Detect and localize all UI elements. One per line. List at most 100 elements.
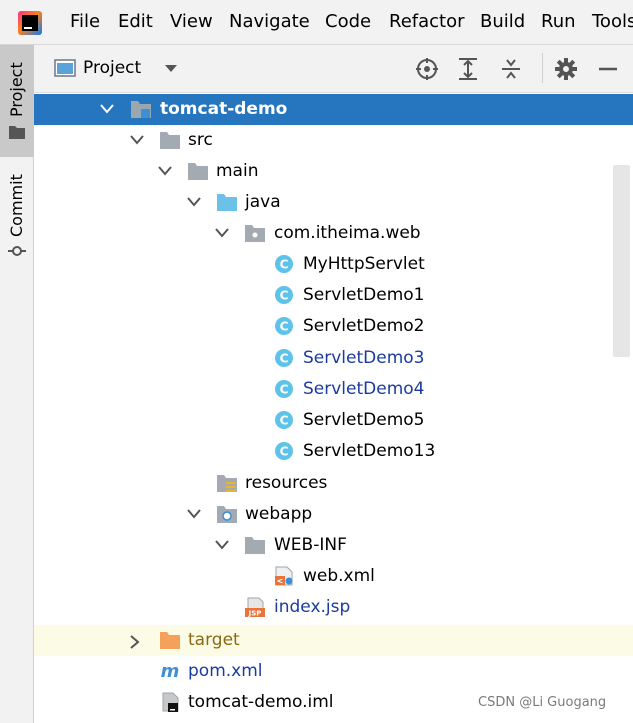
tree-node-label: WEB-INF [274, 535, 347, 555]
iml-file-icon [162, 692, 179, 712]
tree-node-package[interactable]: com.itheima.web [34, 218, 633, 249]
source-folder-icon [217, 194, 237, 211]
project-view-title[interactable]: Project [83, 58, 141, 78]
tree-node-class[interactable]: C ServletDemo4 [34, 374, 633, 405]
svg-text:JSP: JSP [248, 610, 262, 618]
tab-commit-label: Commit [7, 174, 26, 237]
tree-node-web-inf[interactable]: WEB-INF [34, 530, 633, 561]
tree-node-tomcat-demo[interactable]: tomcat-demo [34, 94, 633, 125]
tree-node-resources[interactable]: resources [34, 468, 633, 499]
tree-node-java[interactable]: java [34, 187, 633, 218]
tree-node-web-xml[interactable]: < web.xml [34, 561, 633, 592]
tree-node-label: tomcat-demo.iml [188, 692, 334, 712]
class-icon: C [275, 380, 293, 398]
tree-node-label: ServletDemo2 [303, 316, 425, 336]
locate-icon[interactable] [415, 57, 439, 81]
tree-scrollbar[interactable] [613, 165, 630, 357]
svg-text:<: < [277, 577, 284, 586]
tree-node-label: webapp [245, 504, 313, 524]
tree-node-class[interactable]: C ServletDemo13 [34, 436, 633, 467]
chevron-down-icon[interactable] [215, 228, 229, 238]
svg-text:m: m [161, 661, 180, 681]
excluded-folder-icon [160, 632, 180, 649]
folder-icon [188, 163, 208, 180]
class-icon: C [275, 286, 293, 304]
resources-folder-icon [217, 475, 237, 492]
menu-file[interactable]: File [70, 11, 100, 33]
maven-icon: m [161, 661, 180, 681]
tree-node-class[interactable]: C ServletDemo1 [34, 280, 633, 311]
tree-node-class[interactable]: C MyHttpServlet [34, 249, 633, 280]
gear-icon[interactable] [554, 57, 578, 81]
menu-run[interactable]: Run [541, 11, 576, 33]
tree-node-label: ServletDemo1 [303, 285, 425, 305]
tree-node-label: resources [245, 473, 328, 493]
tree-node-index-jsp[interactable]: JSP index.jsp [34, 592, 633, 623]
web-folder-icon [217, 506, 237, 523]
tree-node-label: index.jsp [274, 597, 351, 617]
tree-node-class[interactable]: C ServletDemo3 [34, 343, 633, 374]
menu-edit[interactable]: Edit [118, 11, 153, 33]
chevron-down-icon[interactable] [100, 104, 114, 114]
collapse-all-icon[interactable] [499, 57, 523, 81]
menu-view[interactable]: View [170, 11, 213, 33]
tree-node-label: com.itheima.web [274, 223, 421, 243]
tree-node-label: java [245, 192, 281, 212]
intellij-logo-icon [18, 11, 42, 35]
svg-text:C: C [280, 352, 289, 366]
tree-node-webapp[interactable]: webapp [34, 499, 633, 530]
tab-project[interactable]: Project [0, 45, 34, 157]
menu-refactor[interactable]: Refactor [389, 11, 465, 33]
svg-text:C: C [280, 445, 289, 459]
menu-tools[interactable]: Tools [592, 11, 633, 33]
tree-node-label: MyHttpServlet [303, 254, 425, 274]
chevron-down-icon[interactable] [187, 197, 201, 207]
svg-text:C: C [280, 258, 289, 272]
chevron-down-icon[interactable] [187, 509, 201, 519]
class-icon: C [275, 411, 293, 429]
xml-file-icon: < [275, 566, 293, 586]
watermark-text: CSDN @Li Guogang [478, 695, 607, 710]
package-icon [245, 225, 265, 242]
module-folder-icon [131, 101, 151, 118]
tree-node-label: ServletDemo4 [303, 379, 425, 399]
minimize-icon[interactable] [596, 57, 620, 81]
tree-node-pom-xml[interactable]: m pom.xml [34, 656, 633, 687]
tree-node-class[interactable]: C ServletDemo2 [34, 311, 633, 342]
chevron-down-icon[interactable] [158, 166, 172, 176]
tree-node-label: web.xml [303, 566, 375, 586]
menu-navigate[interactable]: Navigate [229, 11, 310, 33]
tree-node-target[interactable]: target [34, 625, 633, 656]
tree-node-class[interactable]: C ServletDemo5 [34, 405, 633, 436]
menu-bar: File Edit View Navigate Code Refactor Bu… [0, 0, 633, 45]
menu-build[interactable]: Build [480, 11, 525, 33]
tree-node-label: target [188, 630, 240, 650]
svg-text:C: C [280, 414, 289, 428]
project-tree: tomcat-demo src main java com.itheima.we… [34, 93, 633, 723]
tab-commit[interactable]: Commit [0, 163, 34, 263]
tree-node-src[interactable]: src [34, 125, 633, 156]
class-icon: C [275, 442, 293, 460]
tree-node-label: ServletDemo5 [303, 410, 425, 430]
tree-node-label: main [216, 161, 259, 181]
tree-node-label: src [188, 130, 213, 150]
tree-node-label: ServletDemo13 [303, 441, 436, 461]
view-dropdown-chevron-icon[interactable] [165, 65, 177, 73]
project-panel-header: Project [34, 45, 633, 93]
folder-icon [245, 537, 265, 554]
svg-text:C: C [280, 383, 289, 397]
jsp-file-icon: JSP [245, 597, 265, 618]
chevron-down-icon[interactable] [215, 540, 229, 550]
folder-icon [9, 126, 25, 139]
chevron-right-icon[interactable] [130, 635, 140, 649]
expand-all-icon[interactable] [456, 57, 480, 81]
chevron-down-icon[interactable] [130, 135, 144, 145]
folder-icon [160, 132, 180, 149]
class-icon: C [275, 317, 293, 335]
header-divider [542, 53, 543, 83]
tree-node-label: pom.xml [188, 661, 263, 681]
tree-node-main[interactable]: main [34, 156, 633, 187]
class-icon: C [275, 255, 293, 273]
menu-code[interactable]: Code [325, 11, 371, 33]
svg-text:C: C [280, 320, 289, 334]
